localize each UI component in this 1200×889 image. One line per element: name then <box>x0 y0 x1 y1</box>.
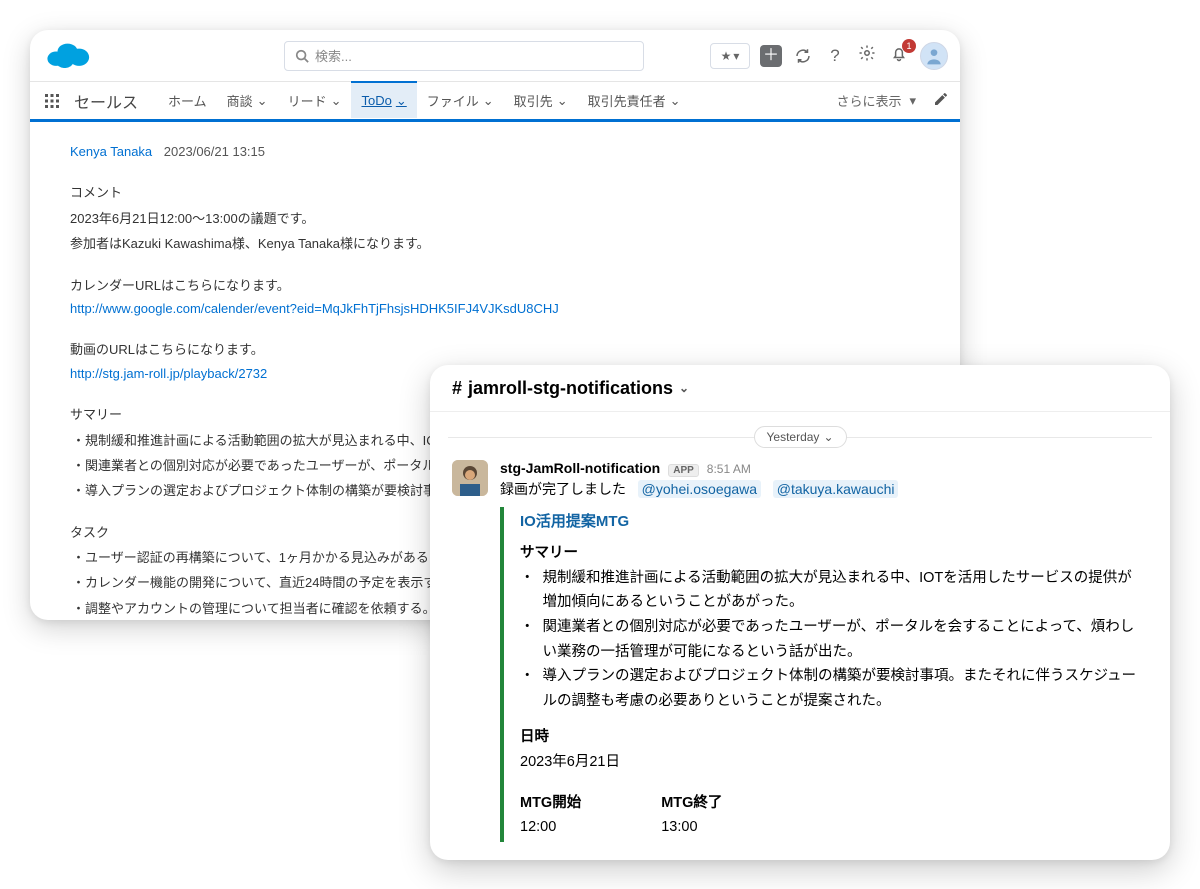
notification-badge: 1 <box>902 39 916 53</box>
chevron-down-icon: ⌄ <box>557 93 568 109</box>
channel-name: jamroll-stg-notifications <box>468 378 673 399</box>
calendar-url-link[interactable]: http://www.google.com/calender/event?eid… <box>70 301 559 316</box>
message-text: 録画が完了しました <box>500 481 626 497</box>
chevron-down-icon: ⌄ <box>670 93 681 109</box>
day-separator: Yesterday ⌄ <box>430 426 1170 448</box>
pencil-icon <box>933 91 949 110</box>
chevron-down-icon: ⌄ <box>396 93 407 109</box>
user-mention[interactable]: @yohei.osoegawa <box>638 480 761 498</box>
user-avatar[interactable] <box>920 42 948 70</box>
star-icon: ★ <box>721 49 732 63</box>
message-attachment-block: IO活用提案MTG サマリー 規制緩和推進計画による活動範囲の拡大が見込まれる中… <box>500 507 1148 842</box>
slack-window: # jamroll-stg-notifications ⌄ Yesterday … <box>430 365 1170 860</box>
nav-tab-files[interactable]: ファイル⌄ <box>417 82 504 119</box>
avatar-icon <box>452 460 488 496</box>
chevron-down-icon: ⌄ <box>823 430 833 444</box>
gear-icon <box>858 44 876 67</box>
nav-tab-home[interactable]: ホーム <box>158 82 217 119</box>
chevron-down-icon: ▾ <box>733 49 739 63</box>
nav-tab-contacts[interactable]: 取引先責任者⌄ <box>578 82 691 119</box>
channel-hash: # <box>452 378 462 399</box>
search-icon <box>295 49 309 63</box>
chevron-down-icon: ⌄ <box>257 93 268 109</box>
notifications-button[interactable]: 1 <box>888 45 910 67</box>
comment-line: 2023年6月21日12:00〜13:00の議題です。 <box>70 207 920 230</box>
nav-more-button[interactable]: さらに表示 ▾ <box>828 91 924 110</box>
video-url-link[interactable]: http://stg.jam-roll.jp/playback/2732 <box>70 366 267 381</box>
record-datetime: 2023/06/21 13:15 <box>164 144 265 159</box>
slack-message: stg-JamRoll-notification APP 8:51 AM 録画が… <box>430 456 1170 499</box>
nav-tab-todo[interactable]: ToDo⌄ <box>351 81 416 118</box>
sender-name[interactable]: stg-JamRoll-notification <box>500 460 660 476</box>
nav-tab-leads[interactable]: リード⌄ <box>278 82 352 119</box>
comment-line: 参加者はKazuki Kawashima様、Kenya Tanaka様になります… <box>70 232 920 255</box>
salesforce-logo-icon <box>46 40 92 72</box>
message-text-line: 録画が完了しました @yohei.osoegawa @takuya.kawauc… <box>500 479 1148 499</box>
salesforce-navbar: セールス ホーム 商談⌄ リード⌄ ToDo⌄ ファイル⌄ 取引先⌄ 取引先責任… <box>30 82 960 122</box>
message-time: 8:51 AM <box>707 462 751 476</box>
help-button[interactable]: ? <box>824 45 846 67</box>
plus-icon: ＋ <box>763 48 779 64</box>
mtg-start-heading: MTG開始 <box>520 791 581 816</box>
user-mention[interactable]: @takuya.kawauchi <box>773 480 899 498</box>
question-icon: ? <box>830 46 839 66</box>
sender-avatar[interactable] <box>452 460 488 496</box>
attachment-summary-item: 導入プランの選定およびプロジェクト体制の構築が要検討事項。またそれに伴うスケジュ… <box>520 664 1146 713</box>
salesforce-help-sync-icon[interactable] <box>792 45 814 67</box>
attachment-summary-item: 関連業者との個別対応が必要であったユーザーが、ポータルを会することによって、煩わ… <box>520 615 1146 664</box>
app-name: セールス <box>74 89 138 113</box>
salesforce-topbar: 検索... ★ ▾ ＋ ? <box>30 30 960 82</box>
favorites-button[interactable]: ★ ▾ <box>710 43 750 69</box>
search-placeholder: 検索... <box>315 46 352 65</box>
day-separator-chip[interactable]: Yesterday ⌄ <box>754 426 847 448</box>
app-launcher-button[interactable] <box>38 87 66 115</box>
app-badge: APP <box>668 464 699 477</box>
comment-label: コメント <box>70 181 920 204</box>
nav-tab-accounts[interactable]: 取引先⌄ <box>504 82 578 119</box>
global-create-button[interactable]: ＋ <box>760 45 782 67</box>
header-actions: ★ ▾ ＋ ? 1 <box>710 42 948 70</box>
setup-button[interactable] <box>856 45 878 67</box>
avatar-icon <box>924 46 944 66</box>
chevron-down-icon: ⌄ <box>331 93 342 109</box>
attachment-summary-item: 規制緩和推進計画による活動範囲の拡大が見込まれる中、IOTを活用したサービスの提… <box>520 566 1146 615</box>
chevron-down-icon: ⌄ <box>679 381 689 395</box>
nav-tab-opportunities[interactable]: 商談⌄ <box>217 82 278 119</box>
attachment-date-heading: 日時 <box>520 725 1146 750</box>
video-url-label: 動画のURLはこちらになります。 <box>70 338 920 361</box>
calendar-url-label: カレンダーURLはこちらになります。 <box>70 274 920 297</box>
mtg-end-value: 13:00 <box>661 815 722 840</box>
edit-nav-button[interactable] <box>930 90 952 112</box>
global-search-input[interactable]: 検索... <box>284 41 644 71</box>
mtg-end-heading: MTG終了 <box>661 791 722 816</box>
chevron-down-icon: ▾ <box>909 93 916 109</box>
attachment-title[interactable]: IO活用提案MTG <box>520 509 1146 535</box>
attachment-summary-heading: サマリー <box>520 541 1146 566</box>
record-author-link[interactable]: Kenya Tanaka <box>70 144 152 159</box>
app-launcher-icon <box>44 93 60 109</box>
chevron-down-icon: ⌄ <box>483 93 494 109</box>
mtg-start-value: 12:00 <box>520 815 581 840</box>
channel-header[interactable]: # jamroll-stg-notifications ⌄ <box>430 365 1170 412</box>
attachment-date-value: 2023年6月21日 <box>520 750 1146 775</box>
